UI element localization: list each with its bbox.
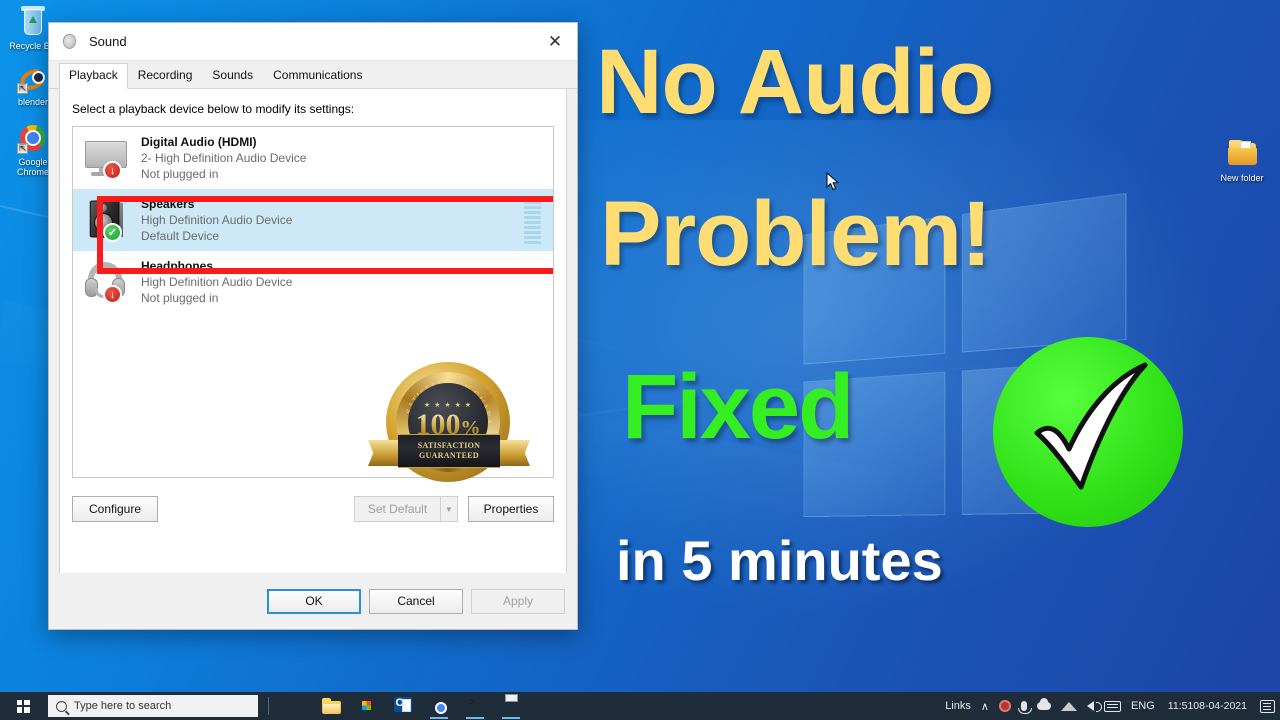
device-row-digital-audio-hdmi[interactable]: ↓ Digital Audio (HDMI) 2- High Definitio… — [73, 127, 553, 189]
taskbar-app-file-explorer[interactable] — [313, 692, 349, 720]
desktop-icon-new-folder[interactable]: New folder — [1211, 138, 1273, 183]
device-name: Headphones — [141, 259, 214, 273]
taskbar-app-microsoft-store[interactable] — [349, 692, 385, 720]
badge-ribbon-line2: GUARANTEED — [419, 451, 479, 460]
badge-ribbon: SATISFACTION GUARANTEED — [368, 434, 530, 478]
taskbar-app-printer[interactable] — [493, 692, 529, 720]
panel-button-row: Configure Set Default ▼ Properties — [72, 496, 554, 522]
terminal-icon — [466, 697, 485, 716]
shortcut-arrow-icon: ⇱ — [17, 83, 28, 94]
set-default-button: Set Default — [354, 496, 440, 522]
blender-icon: ⇱ — [17, 62, 49, 94]
start-button[interactable] — [0, 692, 46, 720]
running-indicator — [466, 717, 484, 719]
running-indicator — [430, 717, 448, 719]
tray-volume-icon[interactable] — [1082, 692, 1102, 720]
volume-meter — [524, 196, 541, 244]
device-name: Digital Audio (HDMI) — [141, 135, 257, 149]
tray-microphone-icon[interactable] — [1016, 692, 1032, 720]
tray-network-wifi-icon[interactable] — [1056, 692, 1082, 720]
overlay-headline-line3: Fixed — [622, 356, 854, 458]
device-driver: High Definition Audio Device — [141, 213, 293, 227]
tray-clock[interactable]: 11:51 08-04-2021 — [1160, 692, 1255, 720]
playback-panel: Select a playback device below to modify… — [59, 88, 567, 598]
taskbar-app-terminal[interactable] — [457, 692, 493, 720]
panel-hint-text: Select a playback device below to modify… — [72, 102, 355, 116]
tray-onedrive-cloud-icon[interactable] — [1032, 692, 1056, 720]
mouse-cursor — [826, 172, 840, 191]
taskbar-divider — [268, 697, 269, 715]
desktop-icon-label: New folder — [1220, 173, 1264, 183]
speaker-icon: ✓ — [81, 196, 133, 244]
tray-date: 08-04-2021 — [1193, 699, 1247, 712]
cancel-button[interactable]: Cancel — [369, 588, 463, 614]
satisfaction-guarantee-badge: SATISFACTION GUARANTEED ★ ★ ★ ★ ★ 100% S… — [368, 362, 530, 490]
file-explorer-icon — [321, 697, 341, 716]
device-state: Not plugged in — [141, 167, 219, 181]
taskbar: Type here to search Links ∧ ENG — [0, 692, 1280, 720]
windows-logo-icon — [16, 699, 30, 713]
ok-button[interactable]: OK — [267, 588, 361, 614]
printer-icon — [502, 697, 521, 716]
arrow-down-icon: ↓ — [103, 285, 122, 304]
search-icon — [56, 700, 67, 712]
overlay-headline-line1: No Audio — [596, 31, 994, 133]
configure-button[interactable]: Configure — [72, 496, 158, 522]
taskbar-app-google-chrome[interactable] — [421, 692, 457, 720]
device-name: Speakers — [141, 197, 195, 211]
outlook-icon — [393, 696, 413, 716]
folder-icon — [1226, 138, 1258, 170]
apply-button: Apply — [471, 588, 565, 614]
green-check-badge — [993, 337, 1183, 527]
dialog-footer: OK Cancel Apply — [49, 573, 577, 629]
arrow-down-icon: ↓ — [103, 161, 122, 180]
taskbar-app-outlook[interactable] — [385, 692, 421, 720]
device-row-speakers[interactable]: ✓ Speakers High Definition Audio Device … — [73, 189, 553, 251]
tray-record-icon[interactable] — [994, 692, 1016, 720]
tray-action-center-icon[interactable] — [1255, 692, 1280, 720]
tray-links-label[interactable]: Links — [940, 692, 976, 720]
shortcut-arrow-icon: ⇱ — [17, 143, 28, 154]
chrome-icon: ⇱ — [17, 122, 49, 154]
store-icon — [358, 697, 377, 716]
badge-ribbon-line1: SATISFACTION — [417, 441, 481, 450]
edge-icon — [286, 697, 305, 716]
tray-keyboard-icon[interactable] — [1099, 692, 1126, 720]
overlay-subtitle: in 5 minutes — [616, 529, 943, 592]
tab-communications[interactable]: Communications — [263, 63, 372, 88]
chrome-icon — [430, 697, 449, 716]
sound-dialog: Sound ✕ Playback Recording Sounds Commun… — [48, 22, 578, 630]
recycle-bin-icon — [17, 6, 49, 38]
device-driver: 2- High Definition Audio Device — [141, 151, 307, 165]
close-button[interactable]: ✕ — [533, 23, 577, 61]
device-row-headphones[interactable]: ↓ Headphones High Definition Audio Devic… — [73, 251, 553, 313]
headphones-icon: ↓ — [81, 258, 133, 306]
tab-sounds[interactable]: Sounds — [202, 63, 263, 88]
set-default-split-button[interactable]: Set Default ▼ — [354, 496, 458, 522]
tray-chevron-up-icon[interactable]: ∧ — [976, 692, 994, 720]
device-state: Not plugged in — [141, 291, 219, 305]
dialog-title: Sound — [89, 34, 127, 49]
properties-button[interactable]: Properties — [468, 496, 554, 522]
overlay-headline-line2: Problem! — [600, 183, 992, 285]
check-icon: ✓ — [103, 223, 122, 242]
search-input[interactable]: Type here to search — [48, 695, 258, 717]
device-driver: High Definition Audio Device — [141, 275, 293, 289]
tab-recording[interactable]: Recording — [128, 63, 203, 88]
search-placeholder: Type here to search — [74, 700, 172, 712]
device-state: Default Device — [141, 229, 220, 243]
tray-language-indicator[interactable]: ENG — [1126, 692, 1160, 720]
chevron-down-icon: ▼ — [440, 496, 458, 522]
running-indicator — [502, 717, 520, 719]
taskbar-app-microsoft-edge[interactable] — [277, 692, 313, 720]
dialog-title-bar: Sound ✕ — [49, 23, 577, 61]
check-icon — [1034, 362, 1148, 490]
speaker-icon — [61, 33, 79, 51]
tab-strip: Playback Recording Sounds Communications — [49, 62, 577, 89]
monitor-icon: ↓ — [81, 134, 133, 182]
tray-time: 11:51 — [1167, 699, 1194, 712]
tab-playback[interactable]: Playback — [59, 63, 128, 89]
system-tray: Links ∧ ENG 11:51 08-04-2021 — [940, 692, 1280, 720]
